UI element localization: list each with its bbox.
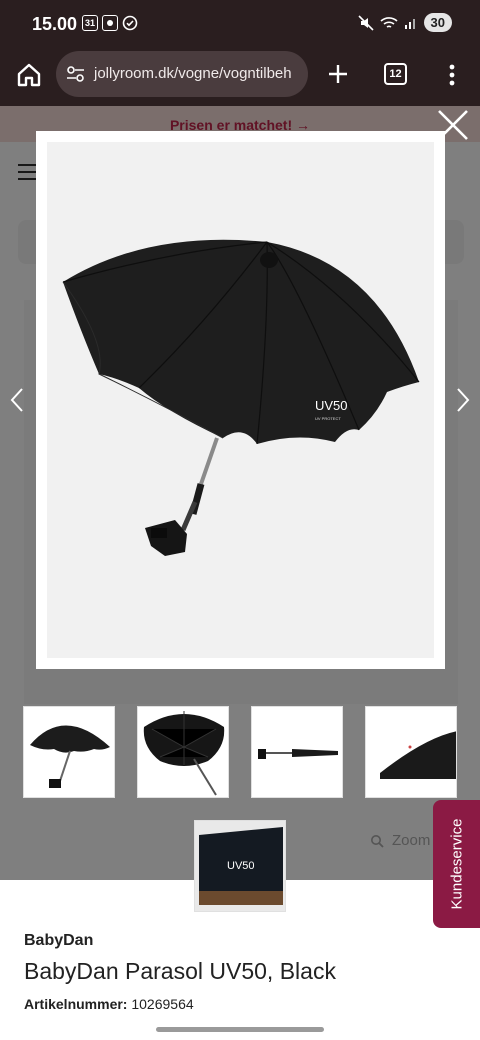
customer-service-tab[interactable]: Kundeservice <box>433 800 480 928</box>
status-bar: 15.00 31 30 <box>0 0 480 48</box>
plus-icon <box>329 65 347 83</box>
battery-indicator: 30 <box>423 13 452 32</box>
home-icon[interactable] <box>14 60 44 90</box>
umbrella-print: UV50 <box>315 398 348 413</box>
carousel-dot[interactable] <box>288 900 298 910</box>
sku-value: 10269564 <box>131 996 194 1012</box>
wifi-icon <box>379 16 398 28</box>
magnifier-icon <box>371 834 384 848</box>
more-options-icon[interactable] <box>442 60 462 90</box>
zoom-label: Zoom <box>392 832 431 849</box>
product-brand[interactable]: BabyDan <box>24 932 93 950</box>
address-bar[interactable]: jollyroom.dk/vogne/vogntilbeh <box>56 51 308 97</box>
system-icons: 30 <box>357 13 452 32</box>
notification-app-icon <box>102 15 118 31</box>
thumbnail-underside-view[interactable] <box>137 706 229 798</box>
lightbox-main-image[interactable]: UV50 UV PROTECT <box>47 142 434 658</box>
image-lightbox: UV50 UV PROTECT <box>36 131 445 669</box>
article-number: Artikelnummer: 10269564 <box>24 996 194 1012</box>
previous-image-icon[interactable] <box>8 386 26 414</box>
browser-toolbar: jollyroom.dk/vogne/vogntilbeh 12 <box>0 48 480 106</box>
sku-label: Artikelnummer: <box>24 996 128 1012</box>
customer-service-label: Kundeservice <box>448 818 466 910</box>
thumbnail-side-view[interactable] <box>23 706 115 798</box>
check-circle-icon <box>122 15 138 31</box>
status-time: 15.00 <box>32 14 78 34</box>
thumbnail-print-detail-view[interactable]: UV50 <box>194 820 286 912</box>
umbrella-subprint: UV PROTECT <box>315 416 341 421</box>
svg-text:UV50: UV50 <box>227 860 255 872</box>
navigation-gesture-bar[interactable] <box>156 1027 324 1032</box>
mute-icon <box>357 14 374 31</box>
thumbnail-edge-detail-view[interactable] <box>365 706 457 798</box>
calendar-icon: 31 <box>82 15 98 31</box>
next-image-icon[interactable] <box>454 386 472 414</box>
thumbnail-strip: UV50 Zoom <box>0 704 480 924</box>
site-settings-icon[interactable] <box>66 65 86 83</box>
new-tab-button[interactable] <box>322 58 354 90</box>
close-icon[interactable] <box>436 108 470 142</box>
zoom-button[interactable]: Zoom <box>370 832 430 849</box>
url-text: jollyroom.dk/vogne/vogntilbeh <box>94 65 292 82</box>
notification-icons: 31 <box>82 15 138 31</box>
signal-icon <box>404 18 415 29</box>
tab-switcher-button[interactable]: 12 <box>384 63 407 85</box>
thumbnail-folded-view[interactable] <box>251 706 343 798</box>
product-title: BabyDan Parasol UV50, Black <box>24 958 336 984</box>
